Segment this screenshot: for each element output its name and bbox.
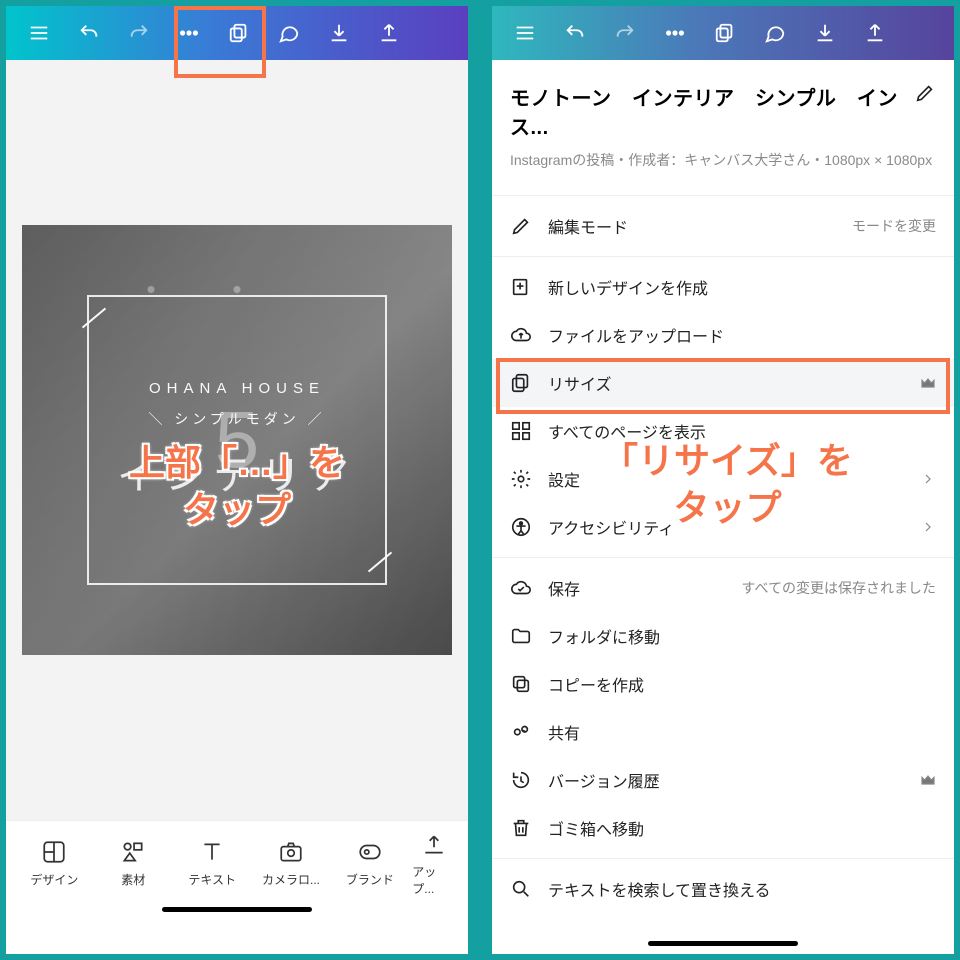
tab-brand[interactable]: ブランド: [333, 839, 406, 888]
menu-upload-file[interactable]: ファイルをアップロード: [492, 311, 954, 359]
pages-icon[interactable]: [216, 10, 262, 56]
sheet-title: モノトーン インテリア シンプル インス...: [510, 82, 904, 140]
comment-icon[interactable]: [266, 10, 312, 56]
crown-icon: [920, 375, 936, 391]
phone-left: OHANA HOUSE ＼ シンプルモダン ／ 5 インテリア 上部「…」を タ…: [0, 0, 474, 960]
comment-icon: [752, 10, 798, 56]
tab-text[interactable]: テキスト: [176, 839, 249, 888]
menu-version-history[interactable]: バージョン履歴: [492, 756, 954, 804]
undo-icon: [552, 10, 598, 56]
menu-share[interactable]: 共有: [492, 708, 954, 756]
undo-icon[interactable]: [66, 10, 112, 56]
menu-move-folder[interactable]: フォルダに移動: [492, 612, 954, 660]
design-preview[interactable]: OHANA HOUSE ＼ シンプルモダン ／ 5 インテリア: [22, 225, 452, 655]
phone-right: モノトーン インテリア シンプル インス... Instagramの投稿・作成者…: [486, 0, 960, 960]
options-sheet: モノトーン インテリア シンプル インス... Instagramの投稿・作成者…: [492, 60, 954, 954]
pages-icon: [702, 10, 748, 56]
menu-save[interactable]: 保存 すべての変更は保存されました: [492, 564, 954, 612]
menu-resize[interactable]: リサイズ: [492, 359, 954, 407]
crown-icon: [920, 772, 936, 788]
tab-design[interactable]: デザイン: [18, 839, 91, 888]
menu-settings[interactable]: 設定: [492, 455, 954, 503]
menu-new-design[interactable]: 新しいデザインを作成: [492, 263, 954, 311]
headline-text: インテリア: [117, 443, 357, 501]
menu-accessibility[interactable]: アクセシビリティ: [492, 503, 954, 551]
export-icon[interactable]: [366, 10, 412, 56]
download-icon[interactable]: [316, 10, 362, 56]
tab-elements[interactable]: 素材: [97, 839, 170, 888]
sheet-subtitle: Instagramの投稿・作成者：キャンバス大学さん・1080px × 1080…: [492, 146, 954, 189]
design-frame: OHANA HOUSE ＼ シンプルモダン ／ 5 インテリア: [87, 295, 387, 585]
edit-title-icon[interactable]: [914, 82, 936, 109]
redo-icon[interactable]: [116, 10, 162, 56]
menu-icon[interactable]: [16, 10, 62, 56]
home-indicator: [648, 941, 798, 946]
sheet-header: モノトーン インテリア シンプル インス...: [492, 60, 954, 146]
redo-icon: [602, 10, 648, 56]
canvas-area[interactable]: OHANA HOUSE ＼ シンプルモダン ／ 5 インテリア 上部「…」を タ…: [6, 60, 468, 820]
menu-edit-mode[interactable]: 編集モード モードを変更: [492, 202, 954, 250]
download-icon: [802, 10, 848, 56]
menu-trash[interactable]: ゴミ箱へ移動: [492, 804, 954, 852]
menu-copy[interactable]: コピーを作成: [492, 660, 954, 708]
top-toolbar: [6, 6, 468, 60]
tab-camera[interactable]: カメラロ...: [255, 839, 328, 888]
top-toolbar-dim: [492, 6, 954, 60]
home-indicator: [162, 907, 312, 912]
menu-find-replace[interactable]: テキストを検索して置き換える: [492, 865, 954, 913]
more-icon: [652, 10, 698, 56]
more-icon[interactable]: [166, 10, 212, 56]
tab-upload[interactable]: アップ...: [412, 831, 456, 897]
menu-all-pages[interactable]: すべてのページを表示: [492, 407, 954, 455]
bottom-tabbar: デザイン 素材 テキスト カメラロ... ブランド アップ...: [6, 820, 468, 920]
export-icon: [852, 10, 898, 56]
menu-icon: [502, 10, 548, 56]
